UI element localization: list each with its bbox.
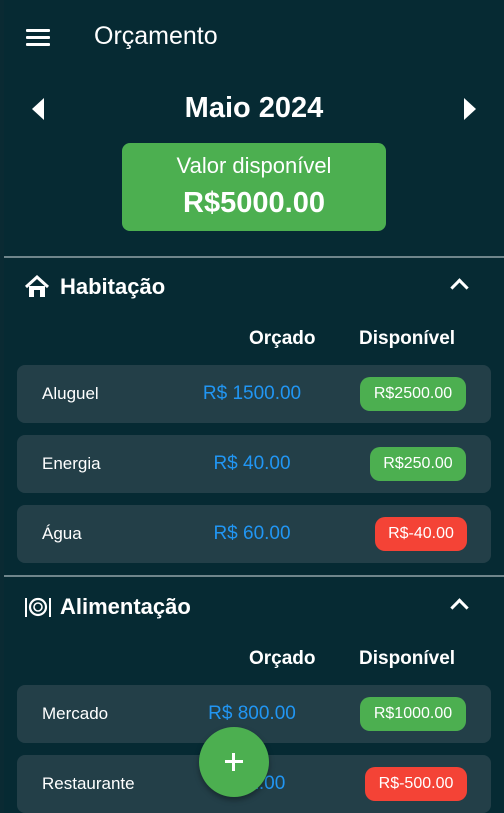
column-header-available: Disponível <box>359 648 456 669</box>
budget-row-rent[interactable]: Aluguel R$ 1500.00 R$2500.00 <box>17 365 491 423</box>
app-bar: Orçamento <box>4 0 504 76</box>
available-badge: R$-40.00 <box>375 517 467 551</box>
row-budgeted[interactable]: R$ 800.00 <box>167 702 337 726</box>
budget-row-water[interactable]: Água R$ 60.00 R$-40.00 <box>17 505 491 563</box>
row-name: Mercado <box>42 704 109 723</box>
row-name: Restaurante <box>42 774 135 793</box>
available-badge: R$2500.00 <box>360 377 466 411</box>
month-selector: Maio 2024 <box>4 90 504 130</box>
available-amount-label: Valor disponível <box>176 153 332 178</box>
chevron-up-icon[interactable] <box>450 598 469 617</box>
add-button[interactable] <box>199 727 269 797</box>
category-header-housing[interactable]: Habitação <box>4 269 504 305</box>
row-name: Aluguel <box>42 384 99 403</box>
budget-row-energy[interactable]: Energia R$ 40.00 R$250.00 <box>17 435 491 493</box>
chevron-up-icon[interactable] <box>450 278 469 297</box>
category-title: Habitação <box>60 274 166 299</box>
month-label: Maio 2024 <box>184 92 324 124</box>
app-title: Orçamento <box>94 22 218 50</box>
app-screen: Orçamento Maio 2024 Valor disponível R$5… <box>4 0 504 813</box>
next-month-icon[interactable] <box>464 98 476 120</box>
available-amount-value: R$5000.00 <box>183 187 325 219</box>
house-icon <box>24 274 50 299</box>
category-title: Alimentação <box>60 594 191 619</box>
column-header-budgeted: Orçado <box>249 648 316 669</box>
section-divider <box>4 256 504 258</box>
row-name: Água <box>42 524 82 543</box>
available-badge: R$-500.00 <box>365 767 467 801</box>
section-divider <box>4 575 504 577</box>
available-badge: R$1000.00 <box>360 697 466 731</box>
category-header-food[interactable]: Alimentação <box>4 589 504 625</box>
row-budgeted[interactable]: R$ 40.00 <box>167 452 337 476</box>
column-header-available: Disponível <box>359 328 456 349</box>
menu-icon[interactable] <box>26 27 50 47</box>
available-badge: R$250.00 <box>370 447 466 481</box>
row-budgeted[interactable]: R$ 1500.00 <box>167 382 337 406</box>
column-header-budgeted: Orçado <box>249 328 316 349</box>
row-budgeted[interactable]: R$ 60.00 <box>167 522 337 546</box>
available-amount-card: Valor disponível R$5000.00 <box>122 143 386 231</box>
row-name: Energia <box>42 454 101 473</box>
plate-cutlery-icon <box>24 595 51 619</box>
